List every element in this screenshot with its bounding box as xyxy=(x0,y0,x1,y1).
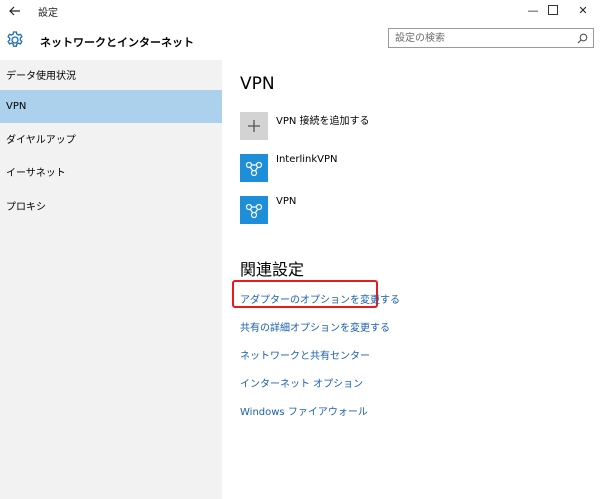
sidebar-item-label: データ使用状況 xyxy=(6,71,76,82)
main-content: VPN VPN 接続を追加する InterlinkVPN VPN 関連設定 アダ… xyxy=(222,60,600,499)
link-network-sharing-center[interactable]: ネットワークと共有センター xyxy=(240,347,370,362)
gear-icon xyxy=(7,31,23,47)
search-icon[interactable] xyxy=(577,33,588,44)
add-vpn-label: VPN 接続を追加する xyxy=(276,116,370,127)
plus-icon xyxy=(240,112,268,140)
sidebar-item-proxy[interactable]: プロキシ xyxy=(0,191,222,224)
related-settings-heading: 関連設定 xyxy=(240,260,305,279)
settings-window: 設定 — ✕ ネットワークとインターネット データ xyxy=(0,0,600,499)
sidebar-item-label: VPN xyxy=(6,101,27,112)
vpn-heading: VPN xyxy=(240,74,275,94)
sidebar-item-dialup[interactable]: ダイヤルアップ xyxy=(0,124,222,157)
link-advanced-sharing-options[interactable]: 共有の詳細オプションを変更する xyxy=(240,319,390,334)
sidebar-item-label: ダイヤルアップ xyxy=(6,135,76,146)
vpn-connection-label: VPN xyxy=(276,196,297,207)
sidebar: データ使用状況 VPN ダイヤルアップ イーサネット プロキシ xyxy=(0,60,222,499)
vpn-connection-interlinkvpn[interactable]: InterlinkVPN xyxy=(240,154,580,184)
link-internet-options[interactable]: インターネット オプション xyxy=(240,375,363,390)
title-bar: 設定 — ✕ xyxy=(0,0,600,22)
sidebar-item-label: プロキシ xyxy=(6,202,46,213)
close-button[interactable]: ✕ xyxy=(566,0,600,22)
window-title: 設定 xyxy=(38,8,58,19)
link-windows-firewall[interactable]: Windows ファイアウォール xyxy=(240,403,368,418)
maximize-icon xyxy=(548,5,558,15)
sidebar-item-vpn[interactable]: VPN xyxy=(0,90,222,123)
back-button[interactable] xyxy=(6,2,24,20)
vpn-connection-vpn[interactable]: VPN xyxy=(240,196,580,226)
close-icon: ✕ xyxy=(578,4,588,17)
sidebar-item-data-usage[interactable]: データ使用状況 xyxy=(0,60,222,93)
vpn-connection-icon xyxy=(240,154,268,182)
vpn-connection-icon xyxy=(240,196,268,224)
link-change-adapter-options[interactable]: アダプターのオプションを変更する xyxy=(240,291,400,306)
add-vpn-button[interactable]: VPN 接続を追加する xyxy=(240,112,580,142)
sidebar-item-ethernet[interactable]: イーサネット xyxy=(0,157,222,190)
search-input[interactable] xyxy=(395,31,565,45)
sidebar-item-label: イーサネット xyxy=(6,168,66,179)
search-box[interactable] xyxy=(388,28,594,48)
back-arrow-icon xyxy=(9,6,20,16)
section-title: ネットワークとインターネット xyxy=(40,36,194,49)
vpn-connection-label: InterlinkVPN xyxy=(276,154,338,165)
settings-header: ネットワークとインターネット xyxy=(0,22,600,60)
